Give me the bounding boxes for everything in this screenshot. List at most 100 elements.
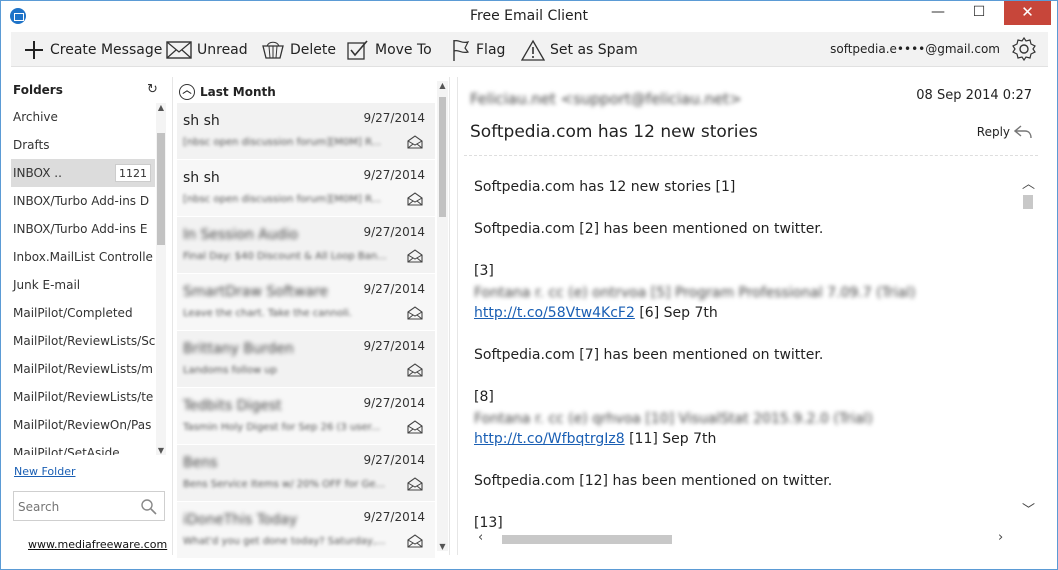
- message-preview: [nbsc open discussion forum][M0M] R...: [183, 137, 382, 148]
- message-date: 9/27/2014: [363, 396, 425, 410]
- folder-scroll-thumb[interactable]: [157, 133, 165, 245]
- collapse-chevron-icon[interactable]: ︿: [179, 84, 195, 100]
- close-button[interactable]: ✕: [1004, 1, 1051, 25]
- body-line-blurred: Fontana r. cc (e) ontrvoa [5] Program Pr…: [474, 285, 916, 301]
- message-body: Softpedia.com has 12 new stories [1] Sof…: [464, 163, 1020, 533]
- envelope-open-icon[interactable]: [407, 249, 423, 263]
- message-row[interactable]: Brittany Burden 9/27/2014 Landoms follow u…: [177, 331, 435, 388]
- body-link-line: http://t.co/WfbqtrgIz8 [11] Sep 7th: [474, 431, 716, 447]
- message-list-scrollbar[interactable]: ▲ ▼: [437, 81, 448, 551]
- message-preview: What'd you get done today? Saturday,...: [183, 536, 386, 547]
- folder-item-junk[interactable]: Junk E-mail: [11, 271, 155, 299]
- folder-item-setaside[interactable]: MailPilot/SetAside: [11, 439, 155, 455]
- envelope-open-icon[interactable]: [407, 477, 423, 491]
- twitter-link-1[interactable]: http://t.co/58Vtw4KcF2: [474, 305, 635, 321]
- message-row[interactable]: In Session Audio 9/27/2014 Final Day: $40 …: [177, 217, 435, 274]
- message-preview: Leave the chart. Take the cannoli.: [183, 308, 352, 319]
- envelope-icon: [166, 41, 192, 59]
- envelope-open-icon[interactable]: [407, 135, 423, 149]
- folder-item-turbo-d[interactable]: INBOX/Turbo Add-ins D: [11, 187, 155, 215]
- envelope-open-icon[interactable]: [407, 534, 423, 548]
- message-sender: Brittany Burden: [183, 341, 294, 357]
- create-message-button[interactable]: Create Message: [23, 36, 162, 64]
- warning-icon: [521, 39, 545, 61]
- message-date: 9/27/2014: [363, 339, 425, 353]
- maximize-button[interactable]: ☐: [962, 1, 996, 25]
- message-row[interactable]: Bens 9/27/2014 Bens Service Items w/ 20% O…: [177, 445, 435, 502]
- message-row[interactable]: iDoneThis Today 9/27/2014 What'd you get d…: [177, 502, 435, 559]
- body-line: [13]: [474, 515, 503, 531]
- folder-item-reviewlists-te[interactable]: MailPilot/ReviewLists/te: [11, 383, 155, 411]
- flag-icon: [453, 39, 470, 61]
- reply-label: Reply: [976, 125, 1010, 139]
- new-folder-link[interactable]: New Folder: [14, 465, 75, 478]
- folder-item-mailpilot-completed[interactable]: MailPilot/Completed: [11, 299, 155, 327]
- message-subject: Softpedia.com has 12 new stories: [470, 122, 758, 142]
- set-as-spam-button[interactable]: Set as Spam: [521, 36, 638, 64]
- body-vertical-scrollbar[interactable]: ︿ ﹀: [1020, 173, 1035, 521]
- scroll-down-arrow-icon[interactable]: ▼: [156, 446, 166, 455]
- body-line: [3]: [474, 263, 494, 279]
- message-list-scroll-thumb[interactable]: [439, 97, 446, 217]
- envelope-open-icon[interactable]: [407, 420, 423, 434]
- message-sender: In Session Audio: [183, 227, 299, 243]
- folder-item-turbo-e[interactable]: INBOX/Turbo Add-ins E: [11, 215, 155, 243]
- move-to-button[interactable]: Move To: [346, 36, 432, 64]
- delete-label: Delete: [290, 42, 336, 58]
- envelope-open-icon[interactable]: [407, 192, 423, 206]
- envelope-open-icon[interactable]: [407, 363, 423, 377]
- flag-button[interactable]: Flag: [451, 36, 505, 64]
- body-link-line: http://t.co/58Vtw4KcF2 [6] Sep 7th: [474, 305, 718, 321]
- message-date: 9/27/2014: [363, 510, 425, 524]
- flag-label: Flag: [476, 42, 506, 58]
- refresh-icon[interactable]: ↻: [147, 82, 158, 97]
- message-preview: Bens Service Items w/ 20% OFF for Ge...: [183, 479, 386, 490]
- group-header-last-month[interactable]: ︿ Last Month: [179, 84, 276, 100]
- twitter-link-2[interactable]: http://t.co/WfbqtrgIz8: [474, 431, 625, 447]
- chevron-down-icon[interactable]: ﹀: [1022, 499, 1035, 518]
- search-icon[interactable]: [140, 498, 158, 516]
- chevron-right-icon[interactable]: ›: [998, 530, 1003, 545]
- folder-item-reviewlists-m[interactable]: MailPilot/ReviewLists/m: [11, 355, 155, 383]
- message-row[interactable]: SmartDraw Software 9/27/2014 Leave the cha…: [177, 274, 435, 331]
- folder-item-inbox[interactable]: INBOX .. 1121: [11, 159, 155, 187]
- header-divider: [464, 155, 1038, 156]
- website-link[interactable]: www.mediafreeware.com: [28, 538, 167, 551]
- body-vertical-scroll-thumb[interactable]: [1023, 195, 1033, 209]
- folder-search-box[interactable]: [13, 491, 165, 521]
- scroll-down-arrow-icon[interactable]: ▼: [437, 542, 448, 551]
- folder-item-drafts[interactable]: Drafts: [11, 131, 155, 159]
- chevron-up-icon[interactable]: ︿: [1022, 173, 1035, 192]
- minimize-button[interactable]: —: [921, 1, 955, 25]
- chevron-left-icon[interactable]: ‹: [478, 530, 483, 545]
- scroll-up-arrow-icon[interactable]: ▲: [156, 103, 166, 112]
- folder-item-inbox-label: INBOX ..: [13, 166, 62, 180]
- search-input[interactable]: [18, 498, 138, 516]
- folder-scrollbar[interactable]: ▲ ▼: [156, 103, 166, 455]
- move-to-label: Move To: [375, 42, 432, 58]
- folder-item-maillist[interactable]: Inbox.MailList Controlle: [11, 243, 155, 271]
- message-date: 9/27/2014: [363, 453, 425, 467]
- reply-button[interactable]: Reply: [977, 124, 1032, 140]
- window-title: Free Email Client: [470, 8, 588, 24]
- folder-item-reviewon-pas[interactable]: MailPilot/ReviewOn/Pas: [11, 411, 155, 439]
- message-date: 9/27/2014: [363, 168, 425, 182]
- message-preview: Landoms follow up: [183, 365, 277, 376]
- title-bar: Free Email Client — ☐ ✕: [1, 1, 1057, 31]
- body-horizontal-scroll-thumb[interactable]: [502, 535, 672, 544]
- folder-item-archive[interactable]: Archive: [11, 103, 155, 131]
- message-row[interactable]: sh sh 9/27/2014 [nbsc open discussion foru…: [177, 103, 435, 160]
- message-list-pane: ︿ Last Month sh sh 9/27/2014 [nbsc open di…: [172, 77, 450, 559]
- delete-button[interactable]: Delete: [261, 36, 336, 64]
- settings-gear-icon[interactable]: [1012, 36, 1036, 65]
- envelope-open-icon[interactable]: [407, 306, 423, 320]
- body-horizontal-scrollbar[interactable]: ‹ ›: [472, 530, 1012, 546]
- scroll-up-arrow-icon[interactable]: ▲: [437, 81, 448, 90]
- message-row[interactable]: sh sh 9/27/2014 [nbsc open discussion foru…: [177, 160, 435, 217]
- unread-button[interactable]: Unread: [166, 36, 248, 64]
- folder-item-reviewlists-sc[interactable]: MailPilot/ReviewLists/Sc: [11, 327, 155, 355]
- message-row[interactable]: Tedbits Digest 9/27/2014 Tasmin Holy Diges…: [177, 388, 435, 445]
- link-tail: [6] Sep 7th: [634, 305, 718, 321]
- link-tail: [11] Sep 7th: [624, 431, 717, 447]
- reply-arrow-icon: [1014, 125, 1032, 139]
